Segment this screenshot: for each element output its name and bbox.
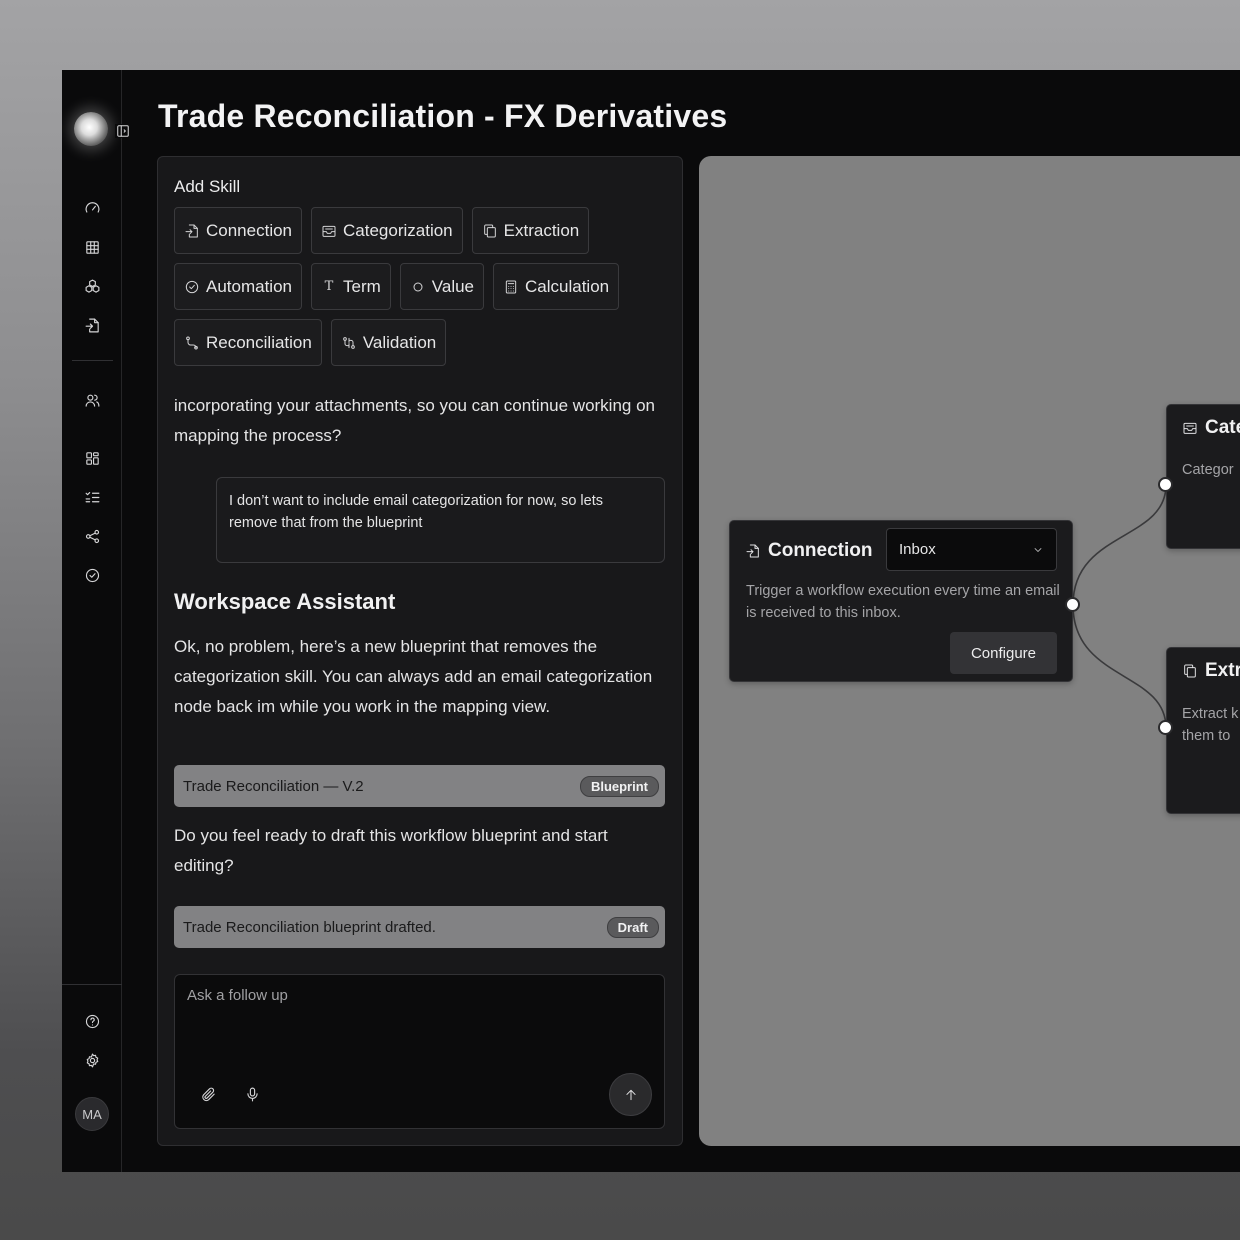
logo xyxy=(74,112,108,146)
sidebar-divider xyxy=(72,360,113,361)
arrow-up-icon xyxy=(625,1089,636,1100)
node-title-text: Connection xyxy=(768,540,873,561)
skill-chip-calculation[interactable]: Calculation xyxy=(493,263,620,310)
users-icon[interactable] xyxy=(82,390,102,410)
skill-chip-categorization[interactable]: Categorization xyxy=(311,207,463,254)
add-skill-label: Add Skill xyxy=(174,177,241,196)
assistant-message-question: Do you feel ready to draft this workflow… xyxy=(174,826,608,875)
inbox-icon xyxy=(322,225,336,237)
node-title-text: Cate xyxy=(1205,417,1240,438)
categorization-input-port[interactable] xyxy=(1158,477,1173,492)
collapse-sidebar-icon[interactable] xyxy=(115,124,131,138)
skill-chip-list: Connection Categorization Extraction Aut… xyxy=(174,207,674,375)
help-icon[interactable] xyxy=(82,1011,102,1031)
skill-chip-label: Connection xyxy=(206,220,293,240)
skill-chip-label: Validation xyxy=(362,332,437,352)
connection-output-port[interactable] xyxy=(1065,597,1080,612)
circle-icon xyxy=(413,282,423,291)
app-window: MA Trade Reconciliation - FX Derivatives… xyxy=(62,70,1240,1172)
calculator-icon xyxy=(505,280,517,293)
page-title: Trade Reconciliation - FX Derivatives xyxy=(158,98,728,134)
categorization-node[interactable]: Cate Categor xyxy=(1166,404,1240,549)
skill-chip-label: Categorization xyxy=(343,220,453,240)
skill-chip-label: Automation xyxy=(206,276,292,296)
chat-panel: Add Skill Connection Categorization Extr… xyxy=(157,156,683,1146)
node-title-text: Extr xyxy=(1205,660,1240,681)
assistant-message-reply: Ok, no problem, here’s a new blueprint t… xyxy=(174,637,653,716)
copy-icon xyxy=(1184,664,1196,678)
settings-icon[interactable] xyxy=(82,1050,102,1070)
user-message: I don’t want to include email categoriza… xyxy=(216,477,665,563)
skill-chip-automation[interactable]: Automation xyxy=(174,263,302,310)
skill-chip-label: Calculation xyxy=(525,276,610,296)
skill-chip-validation[interactable]: Validation xyxy=(330,319,447,366)
speedometer-icon[interactable] xyxy=(82,198,102,218)
inbox-icon xyxy=(1183,422,1197,434)
skill-chip-label: Value xyxy=(431,276,474,296)
connection-node-description: Trigger a workflow execution every time … xyxy=(746,583,1060,621)
follow-up-input[interactable] xyxy=(187,987,647,1067)
skill-chip-label: Term xyxy=(343,276,381,296)
blueprint-badge: Blueprint xyxy=(579,775,659,797)
sidebar: MA xyxy=(62,70,131,1172)
route-icon xyxy=(186,336,198,349)
extraction-node-description: Extract k them to xyxy=(1182,703,1238,747)
connection-node[interactable]: Connection Inbox Trigger a workflow exec… xyxy=(729,520,1073,682)
microphone-icon[interactable] xyxy=(241,1083,263,1105)
check-circle-icon xyxy=(185,280,199,293)
inbox-select[interactable]: Inbox xyxy=(886,528,1057,571)
skill-chip-extraction[interactable]: Extraction xyxy=(471,207,590,254)
connection-node-title: Connection xyxy=(745,540,873,562)
workflow-canvas[interactable]: Connection Inbox Trigger a workflow exec… xyxy=(699,156,1240,1146)
skill-chip-reconciliation[interactable]: Reconciliation xyxy=(174,319,322,366)
select-value: Inbox xyxy=(899,541,936,558)
paperclip-icon[interactable] xyxy=(197,1083,219,1105)
assistant-message-intro: incorporating your attachments, so you c… xyxy=(174,396,655,445)
check-circle-icon[interactable] xyxy=(82,565,102,585)
send-button[interactable] xyxy=(609,1073,652,1116)
skill-chip-term[interactable]: T Term xyxy=(311,263,391,310)
skill-chip-value[interactable]: Value xyxy=(399,263,484,310)
configure-button[interactable]: Configure xyxy=(950,632,1057,674)
extraction-node-title: Extr xyxy=(1182,660,1240,682)
draft-artifact-card[interactable]: Trade Reconciliation blueprint drafted. … xyxy=(174,906,665,948)
checklist-icon[interactable] xyxy=(82,487,102,507)
chevron-down-icon xyxy=(1034,547,1042,552)
avatar[interactable]: MA xyxy=(75,1097,109,1131)
sidebar-bottom-divider xyxy=(62,984,122,985)
text-t-icon: T xyxy=(324,279,334,294)
description-line: them to xyxy=(1182,728,1231,744)
chat-composer xyxy=(174,974,665,1129)
categorization-node-description: Categor xyxy=(1182,462,1234,478)
draft-badge: Draft xyxy=(606,916,659,938)
file-import-icon xyxy=(185,224,198,237)
copy-icon xyxy=(483,224,496,237)
artifact-title: Trade Reconciliation — V.2 xyxy=(183,777,364,795)
skill-chip-label: Reconciliation xyxy=(206,332,312,352)
description-line: Extract k xyxy=(1182,706,1239,722)
artifact-title: Trade Reconciliation blueprint drafted. xyxy=(183,918,436,936)
git-compare-icon xyxy=(343,336,355,349)
extraction-input-port[interactable] xyxy=(1158,720,1173,735)
table-icon[interactable] xyxy=(82,237,102,257)
file-import-icon[interactable] xyxy=(82,315,102,335)
assistant-name: Workspace Assistant xyxy=(174,589,396,614)
blueprint-artifact-card[interactable]: Trade Reconciliation — V.2 Blueprint xyxy=(174,765,665,807)
skill-chip-connection[interactable]: Connection xyxy=(174,207,303,254)
file-import-icon xyxy=(746,544,759,558)
dashboard-icon[interactable] xyxy=(82,448,102,468)
extraction-node[interactable]: Extr Extract k them to xyxy=(1166,647,1240,814)
skill-chip-label: Extraction xyxy=(503,220,580,240)
cubes-icon[interactable] xyxy=(82,276,102,296)
categorization-node-title: Cate xyxy=(1182,417,1240,439)
share-nodes-icon[interactable] xyxy=(82,526,102,546)
